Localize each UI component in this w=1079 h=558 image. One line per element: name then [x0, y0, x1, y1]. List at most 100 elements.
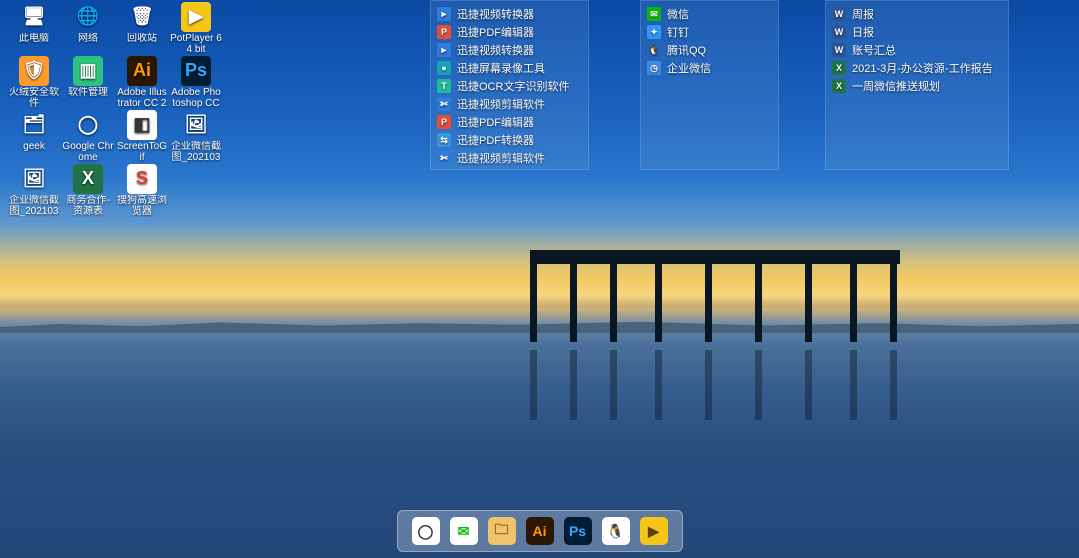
google-chrome-icon[interactable]: ◯Google Chrome [62, 108, 114, 160]
list-item[interactable]: ► 迅捷视频转换器 [437, 5, 582, 23]
item-label: 迅捷PDF编辑器 [457, 114, 534, 130]
app-icon: W [832, 43, 846, 57]
item-label: 迅捷PDF编辑器 [457, 24, 534, 40]
app-icon: ✉ [647, 7, 661, 21]
fence-docs: W 周报 W 日报 W 账号汇总 X 2021-3月-办公资源-工作报告X一周微信推送规划 [825, 0, 1009, 170]
item-label: 迅捷PDF转换器 [457, 132, 534, 148]
item-label: 微信 [667, 6, 689, 22]
list-item[interactable]: P迅捷PDF编辑器 [437, 23, 582, 41]
list-item[interactable]: W 日报 [832, 23, 1002, 41]
sogou-browser-glyph-icon: S [127, 164, 157, 194]
wecom-screenshot-2-icon[interactable]: 🖼企业微信截图_20210303... [8, 162, 60, 214]
list-item[interactable]: ► 迅捷视频转换器 [437, 41, 582, 59]
list-item[interactable]: ● 迅捷屏幕录像工具 [437, 59, 582, 77]
item-label: 企业微信 [667, 60, 711, 76]
potplayer-icon[interactable]: ▶PotPlayer 64 bit [170, 0, 222, 52]
dock-folder-icon[interactable]: 🗀 [488, 517, 516, 545]
huorong-icon[interactable]: 🛡火绒安全软件 [8, 54, 60, 106]
list-item[interactable]: T 迅捷OCR文字识别软件 [437, 77, 582, 95]
app-icon: W [832, 25, 846, 39]
potplayer-label: PotPlayer 64 bit [170, 33, 222, 55]
item-label: 周报 [852, 6, 874, 22]
recycle-bin-icon[interactable]: 🗑回收站 [116, 0, 168, 52]
pier-reflection [530, 340, 900, 430]
item-label: 迅捷视频转换器 [457, 6, 534, 22]
list-item[interactable]: ⇆ 迅捷PDF转换器 [437, 131, 582, 149]
app-icon: X [832, 61, 846, 75]
dock-wechat-icon[interactable]: ✉ [450, 517, 478, 545]
excel-resources-icon[interactable]: X商务合作-资源表 [62, 162, 114, 214]
app-icon: 🐧 [647, 43, 661, 57]
item-label: 腾讯QQ [667, 42, 706, 58]
wecom-screenshot-1-icon[interactable]: 🖼企业微信截图_20210303... [170, 108, 222, 160]
item-label: 日报 [852, 24, 874, 40]
desktop-icon-grid: 🖥此电脑🌐网络🗑回收站▶PotPlayer 64 bit🛡火绒安全软件▥软件管理… [8, 0, 222, 214]
app-icon: ► [437, 7, 451, 21]
potplayer-glyph-icon: ▶ [181, 2, 211, 32]
dock-qq-icon[interactable]: 🐧 [602, 517, 630, 545]
excel-resources-label: 商务合作-资源表 [62, 195, 114, 217]
app-icon: ► [437, 43, 451, 57]
list-item[interactable]: ◷ 企业微信 [647, 59, 772, 77]
app-icon: ✦ [647, 25, 661, 39]
huorong-glyph-icon: 🛡 [19, 56, 49, 86]
dock: ◯ ✉ 🗀 Ai Ps 🐧 ▶ [397, 510, 683, 552]
wecom-screenshot-1-label: 企业微信截图_20210303... [170, 141, 222, 163]
adobe-illustrator-label: Adobe Illustrator CC 2018 [116, 87, 168, 109]
item-label: 迅捷屏幕录像工具 [457, 60, 545, 76]
item-label: 一周微信推送规划 [852, 78, 940, 94]
recycle-bin-label: 回收站 [116, 33, 168, 44]
item-label: 迅捷视频剪辑软件 [457, 96, 545, 112]
list-item[interactable]: X 2021-3月-办公资源-工作报告 [832, 59, 1002, 77]
geek-folder-glyph-icon: 🗂 [19, 110, 49, 140]
app-icon: T [437, 79, 451, 93]
item-label: 账号汇总 [852, 42, 896, 58]
screentogif-label: ScreenToGif [116, 141, 168, 163]
screentogif-icon[interactable]: ◧ScreenToGif [116, 108, 168, 160]
excel-resources-glyph-icon: X [73, 164, 103, 194]
list-item[interactable]: W 周报 [832, 5, 1002, 23]
item-label: 迅捷视频转换器 [457, 42, 534, 58]
item-label: 钉钉 [667, 24, 689, 40]
app-icon: ✄ [437, 151, 451, 165]
dock-photoshop-icon[interactable]: Ps [564, 517, 592, 545]
screentogif-glyph-icon: ◧ [127, 110, 157, 140]
item-label: 迅捷视频剪辑软件 [457, 150, 545, 166]
list-item[interactable]: ✦ 钉钉 [647, 23, 772, 41]
network-icon[interactable]: 🌐网络 [62, 0, 114, 52]
dock-illustrator-icon[interactable]: Ai [526, 517, 554, 545]
wecom-screenshot-2-glyph-icon: 🖼 [19, 164, 49, 194]
adobe-illustrator-glyph-icon: Ai [127, 56, 157, 86]
adobe-illustrator-icon[interactable]: AiAdobe Illustrator CC 2018 [116, 54, 168, 106]
this-pc-glyph-icon: 🖥 [19, 2, 49, 32]
app-icon: W [832, 7, 846, 21]
list-item[interactable]: ✄ 迅捷视频剪辑软件 [437, 149, 582, 167]
list-item[interactable]: 🐧 腾讯QQ [647, 41, 772, 59]
app-icon: ✄ [437, 97, 451, 111]
pier-silhouette [530, 250, 900, 350]
list-item[interactable]: ✉ 微信 [647, 5, 772, 23]
app-icon: ⇆ [437, 133, 451, 147]
list-item[interactable]: W 账号汇总 [832, 41, 1002, 59]
network-label: 网络 [62, 33, 114, 44]
list-item[interactable]: ✄ 迅捷视频剪辑软件 [437, 95, 582, 113]
list-item[interactable]: P 迅捷PDF编辑器 [437, 113, 582, 131]
item-label: 2021-3月-办公资源-工作报告 [852, 60, 993, 76]
dock-potplayer-icon[interactable]: ▶ [640, 517, 668, 545]
geek-folder-icon[interactable]: 🗂geek [8, 108, 60, 160]
dock-chrome-icon[interactable]: ◯ [412, 517, 440, 545]
app-icon: ◷ [647, 61, 661, 75]
wecom-screenshot-1-glyph-icon: 🖼 [181, 110, 211, 140]
app-icon: ● [437, 61, 451, 75]
app-icon: P [437, 115, 451, 129]
adobe-photoshop-label: Adobe Photoshop CC 2... [170, 87, 222, 109]
sogou-browser-icon[interactable]: S搜狗高速浏览器 [116, 162, 168, 214]
google-chrome-glyph-icon: ◯ [73, 110, 103, 140]
this-pc-label: 此电脑 [8, 33, 60, 44]
item-label: 迅捷OCR文字识别软件 [457, 78, 569, 94]
software-manager-icon[interactable]: ▥软件管理 [62, 54, 114, 106]
adobe-photoshop-icon[interactable]: PsAdobe Photoshop CC 2... [170, 54, 222, 106]
this-pc-icon[interactable]: 🖥此电脑 [8, 0, 60, 52]
list-item[interactable]: X一周微信推送规划 [832, 77, 1002, 95]
recycle-bin-glyph-icon: 🗑 [127, 2, 157, 32]
